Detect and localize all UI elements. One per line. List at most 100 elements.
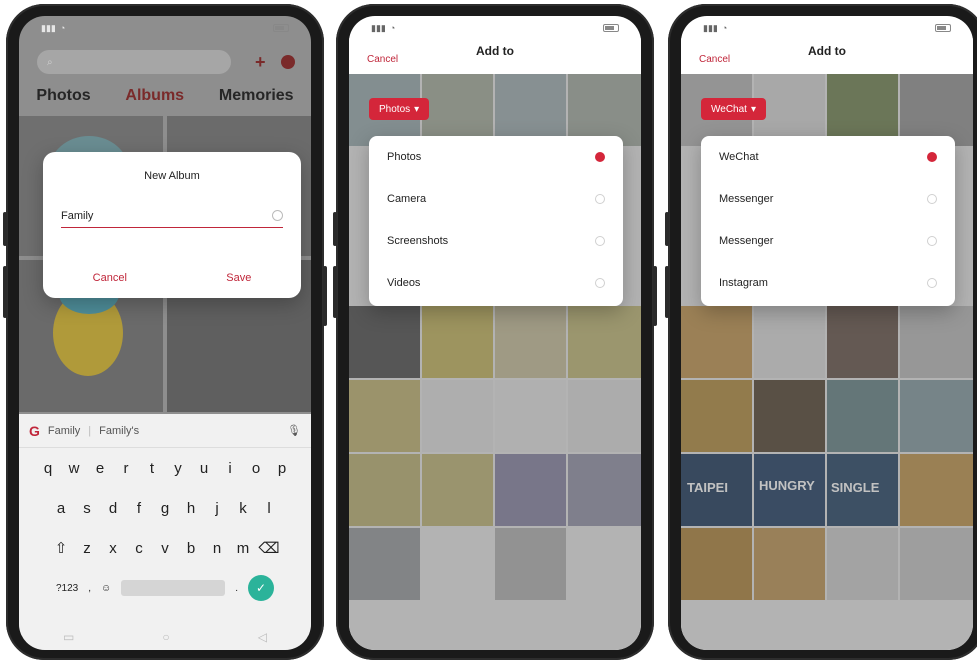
battery-icon [935, 24, 951, 32]
google-icon[interactable]: G [29, 423, 40, 439]
key[interactable]: h [178, 500, 204, 517]
phone-add-to-wechat: ▮▮▮ ◔ Cancel Add to TAIPEI HUNGRY SINGLE… [665, 4, 977, 660]
album-selector[interactable]: Photos ▾ [369, 98, 430, 120]
key[interactable]: t [139, 460, 165, 477]
nav-bar: ▭ ○ ◁ [19, 630, 311, 644]
dropdown-item[interactable]: Photos [369, 136, 623, 178]
volume-button [665, 266, 669, 318]
key[interactable]: i [217, 460, 243, 477]
key[interactable]: z [74, 540, 100, 557]
volume-button [665, 212, 669, 246]
clear-icon[interactable] [272, 210, 283, 221]
album-selector[interactable]: WeChat ▾ [701, 98, 766, 120]
key[interactable]: w [61, 460, 87, 477]
dropdown-item-label: WeChat [719, 151, 759, 163]
radio[interactable] [595, 236, 605, 246]
dropdown-item[interactable]: Instagram [701, 262, 955, 304]
key[interactable]: c [126, 540, 152, 557]
album-dropdown: WeChat Messenger Messenger Instagram [701, 136, 955, 306]
emoji-icon[interactable]: ☺ [101, 583, 111, 594]
key[interactable]: s [74, 500, 100, 517]
dropdown-item[interactable]: WeChat [701, 136, 955, 178]
key[interactable]: l [256, 500, 282, 517]
dropdown-item-label: Screenshots [387, 235, 449, 247]
volume-button [3, 266, 7, 318]
key[interactable]: e [87, 460, 113, 477]
key[interactable]: v [152, 540, 178, 557]
radio[interactable] [927, 194, 937, 204]
radio-selected[interactable] [927, 152, 937, 162]
screen: ▮▮▮ ◔ ⌕ + Photos Albums Memories New Alb… [19, 16, 311, 650]
cancel-button[interactable]: Cancel [93, 272, 127, 284]
header-title: Add to [808, 44, 846, 58]
key[interactable]: d [100, 500, 126, 517]
key[interactable]: p [269, 460, 295, 477]
album-name-input[interactable]: Family [61, 204, 283, 228]
recents-icon[interactable]: ◁ [258, 630, 267, 644]
key[interactable]: y [165, 460, 191, 477]
save-button[interactable]: Save [226, 272, 251, 284]
album-name-value: Family [61, 209, 94, 222]
key[interactable]: m [230, 540, 256, 557]
period-key[interactable]: . [235, 583, 238, 594]
home-icon[interactable]: ○ [162, 630, 169, 644]
suggestion[interactable]: Family [48, 425, 80, 437]
dropdown-item-label: Videos [387, 277, 421, 289]
volume-button [333, 212, 337, 246]
dropdown-item[interactable]: Videos [369, 262, 623, 304]
key[interactable]: o [243, 460, 269, 477]
signal-icon: ▮▮▮ [371, 22, 386, 33]
wifi-icon: ◔ [721, 23, 728, 33]
key[interactable]: k [230, 500, 256, 517]
backspace-icon[interactable]: ⌫ [256, 539, 282, 557]
radio-selected[interactable] [595, 152, 605, 162]
key[interactable]: b [178, 540, 204, 557]
chevron-down-icon: ▾ [750, 103, 756, 115]
key[interactable]: u [191, 460, 217, 477]
space-bar[interactable] [121, 580, 226, 596]
mic-icon[interactable]: 🎙 [287, 424, 301, 437]
key-row: ?123 , ☺ . ✓ [19, 568, 311, 608]
key[interactable]: , [88, 583, 91, 594]
album-selector-label: Photos [379, 103, 411, 115]
dropdown-item[interactable]: Camera [369, 178, 623, 220]
status-bar: ▮▮▮ ◔ [349, 16, 641, 40]
key[interactable]: g [152, 500, 178, 517]
key[interactable]: q [35, 460, 61, 477]
radio[interactable] [927, 236, 937, 246]
tab-albums[interactable]: Albums [125, 87, 184, 105]
settings-icon[interactable] [281, 55, 295, 69]
radio[interactable] [595, 278, 605, 288]
keyboard: G Family | Family's 🎙 q w e r t y u i o [19, 414, 311, 650]
tab-photos[interactable]: Photos [36, 87, 90, 105]
key-row: a s d f g h j k l [19, 488, 311, 528]
suggestion[interactable]: Family's [99, 425, 139, 437]
new-album-dialog: New Album Family Cancel Save [43, 152, 301, 298]
dropdown-item-label: Camera [387, 193, 427, 205]
wifi-icon: ◔ [59, 23, 66, 33]
key[interactable]: a [48, 500, 74, 517]
key[interactable]: j [204, 500, 230, 517]
dropdown-item[interactable]: Screenshots [369, 220, 623, 262]
chevron-down-icon: ▾ [414, 103, 420, 115]
enter-key[interactable]: ✓ [248, 575, 275, 601]
key[interactable]: n [204, 540, 230, 557]
power-button [653, 266, 657, 326]
key[interactable]: x [100, 540, 126, 557]
dropdown-item-label: Photos [387, 151, 422, 163]
dropdown-item[interactable]: Messenger [701, 220, 955, 262]
status-bar: ▮▮▮ ◔ [19, 16, 311, 40]
phone-new-album: ▮▮▮ ◔ ⌕ + Photos Albums Memories New Alb… [3, 4, 327, 660]
radio[interactable] [927, 278, 937, 288]
dropdown-item[interactable]: Messenger [701, 178, 955, 220]
shift-icon[interactable]: ⇧ [48, 539, 74, 557]
tab-memories[interactable]: Memories [219, 87, 294, 105]
search-bar[interactable]: ⌕ [37, 50, 231, 74]
album-dropdown: Photos Camera Screenshots Videos [369, 136, 623, 306]
key[interactable]: r [113, 460, 139, 477]
radio[interactable] [595, 194, 605, 204]
back-icon[interactable]: ▭ [63, 630, 74, 644]
add-icon[interactable]: + [255, 52, 266, 73]
key[interactable]: f [126, 500, 152, 517]
symbols-key[interactable]: ?123 [56, 583, 78, 594]
